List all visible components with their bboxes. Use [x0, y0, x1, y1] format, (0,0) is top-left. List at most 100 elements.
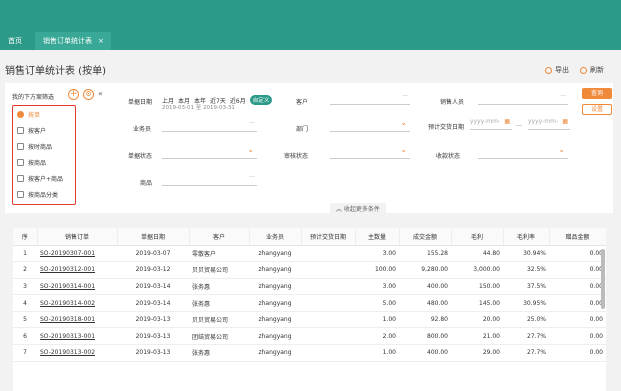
table-cell: 1.00: [355, 344, 399, 362]
scheme-settings-icon[interactable]: ⚙: [83, 89, 94, 100]
table-row[interactable]: 7 SO-20190313-002 2019-03-13 张务惠 zhangyang 1.…: [13, 344, 606, 362]
table-row[interactable]: 6 SO-20190313-001 2019-03-13 团结贸易公司 zhangyan…: [13, 327, 606, 346]
date-range: 2019-03-01 至 2019-03-31: [162, 105, 235, 111]
table-cell: 400.00: [399, 278, 451, 296]
table-cell: 0.00: [549, 261, 606, 279]
table-cell: 100.00: [355, 261, 399, 279]
column-header[interactable]: 毛利率: [503, 228, 550, 246]
table-cell: 0.00: [549, 344, 606, 362]
export-label: 导出: [555, 66, 569, 74]
page-title: 销售订单统计表 (按单): [5, 66, 106, 77]
order-link[interactable]: SO-20190313-001: [37, 327, 117, 346]
tab-sales-order-stats[interactable]: 销售订单统计表 ×: [35, 32, 111, 50]
date-custom-badge[interactable]: 自定义: [249, 95, 273, 105]
more-icon: ···: [560, 93, 566, 100]
table-row[interactable]: 5 SO-20190318-001 2019-03-13 贝贝贸易公司 zhangyan…: [13, 311, 606, 329]
order-link[interactable]: SO-20190318-001: [37, 311, 117, 329]
table-cell: 3.00: [355, 278, 399, 296]
refresh-button[interactable]: 刷新: [580, 65, 604, 75]
column-header[interactable]: 业务员: [249, 228, 302, 246]
table-cell: 3,000.00: [451, 261, 503, 279]
goods-input[interactable]: ···: [162, 174, 257, 186]
customer-label: 客户: [296, 99, 309, 106]
scheme-item-by-time-goods[interactable]: 按时商品: [17, 142, 52, 151]
date-label: 单据日期: [128, 99, 153, 106]
customer-input[interactable]: ···: [330, 93, 410, 105]
table-cell: 团结贸易公司: [189, 327, 249, 346]
scheme-item-by-order[interactable]: 按单: [17, 110, 40, 119]
review-status-select[interactable]: ⌄: [330, 145, 410, 159]
table-cell: 2019-03-14: [117, 278, 189, 296]
column-header[interactable]: 毛利: [451, 228, 504, 246]
close-icon[interactable]: ×: [98, 37, 104, 45]
column-header[interactable]: 赠品金额: [549, 228, 606, 246]
table-cell: 3.00: [355, 245, 399, 263]
dept-select[interactable]: ⌄: [330, 118, 410, 132]
chevron-down-icon: ⌄: [558, 145, 565, 154]
table-row[interactable]: 1 SO-20190307-001 2019-03-07 零散客户 zhangyang 3…: [13, 245, 606, 263]
salesperson-input[interactable]: ···: [162, 120, 257, 132]
delivery-date-label: 预计交货日期: [428, 124, 465, 131]
table-cell: 3: [13, 278, 37, 296]
column-header[interactable]: 预计交货日期: [301, 228, 356, 246]
export-button[interactable]: 导出: [545, 65, 569, 75]
table-cell: 400.00: [399, 344, 451, 362]
table-cell: 0.00: [549, 278, 606, 296]
scheme-item-label: 按商品: [28, 160, 47, 167]
table-cell: 2: [13, 261, 37, 279]
column-header[interactable]: 销售订单: [37, 228, 118, 246]
receipt-status-label: 收款状态: [436, 153, 461, 160]
table-cell: zhangyang: [249, 327, 301, 346]
query-button[interactable]: 查询: [582, 88, 612, 99]
order-link[interactable]: SO-20190314-001: [37, 278, 117, 296]
refresh-label: 刷新: [590, 66, 604, 74]
table-cell: 800.00: [399, 327, 451, 346]
chevron-up-icon: ︽: [336, 206, 344, 213]
table-cell: 0.00: [549, 327, 606, 346]
tab-home[interactable]: 首页: [8, 32, 22, 50]
receipt-status-select[interactable]: ⌄: [478, 145, 568, 159]
table-cell: 20.00: [451, 311, 503, 329]
sales-staff-input[interactable]: ···: [478, 93, 568, 105]
order-link[interactable]: SO-20190314-002: [37, 294, 117, 312]
table-cell: 2.00: [355, 327, 399, 346]
column-header[interactable]: 单据日期: [117, 228, 190, 246]
table-row[interactable]: 4 SO-20190314-002 2019-03-14 张务惠 zhangyang 5.…: [13, 294, 606, 312]
table-cell: 30.95%: [503, 294, 549, 312]
salesperson-label: 业务员: [133, 126, 152, 133]
column-header[interactable]: 客户: [189, 228, 250, 246]
scheme-item-by-goods[interactable]: 按商品: [17, 158, 46, 167]
order-status-select[interactable]: ⌄: [162, 145, 257, 159]
table-row[interactable]: 2 SO-20190312-001 2019-03-12 贝贝贸易公司 zhangyan…: [13, 261, 606, 279]
settings-button[interactable]: 设置: [582, 104, 612, 115]
table-cell: 37.5%: [503, 278, 549, 296]
add-scheme-icon[interactable]: +: [68, 89, 79, 100]
date-placeholder: yyyy-mm-: [528, 118, 559, 125]
calendar-icon: ▦: [562, 118, 568, 125]
column-header[interactable]: 主数量: [355, 228, 400, 246]
table-row[interactable]: 3 SO-20190314-001 2019-03-14 张务惠 zhangyang 3.…: [13, 278, 606, 296]
order-link[interactable]: SO-20190307-001: [37, 245, 117, 263]
table-cell: 张务惠: [189, 278, 249, 296]
column-header[interactable]: 成交金额: [399, 228, 452, 246]
scheme-item-by-category[interactable]: 按商品分类: [17, 190, 58, 199]
delivery-date-to[interactable]: yyyy-mm- ▦: [528, 118, 570, 130]
more-icon: ···: [249, 174, 255, 181]
delivery-date-from[interactable]: yyyy-mm- ▦: [470, 118, 512, 130]
order-link[interactable]: SO-20190313-002: [37, 344, 117, 362]
goods-label: 商品: [140, 180, 153, 187]
scheme-item-by-customer-goods[interactable]: 按客户+商品: [17, 174, 63, 183]
collapse-conditions-button[interactable]: ︽ 收起更多条件: [330, 203, 386, 214]
category-icon: [17, 191, 24, 198]
order-link[interactable]: SO-20190312-001: [37, 261, 117, 279]
refresh-icon: [580, 66, 587, 74]
scheme-title: 我的下方案筛选: [12, 94, 55, 101]
table-scrollbar[interactable]: [601, 249, 605, 309]
column-header[interactable]: 序: [13, 228, 38, 246]
more-icon: ···: [402, 93, 408, 100]
scheme-item-by-customer[interactable]: 按客户: [17, 126, 46, 135]
collapse-icon[interactable]: «: [98, 89, 103, 98]
table-cell: 21.00: [451, 327, 503, 346]
chevron-down-icon: ⌄: [247, 145, 254, 154]
scheme-item-label: 按客户+商品: [28, 176, 64, 183]
